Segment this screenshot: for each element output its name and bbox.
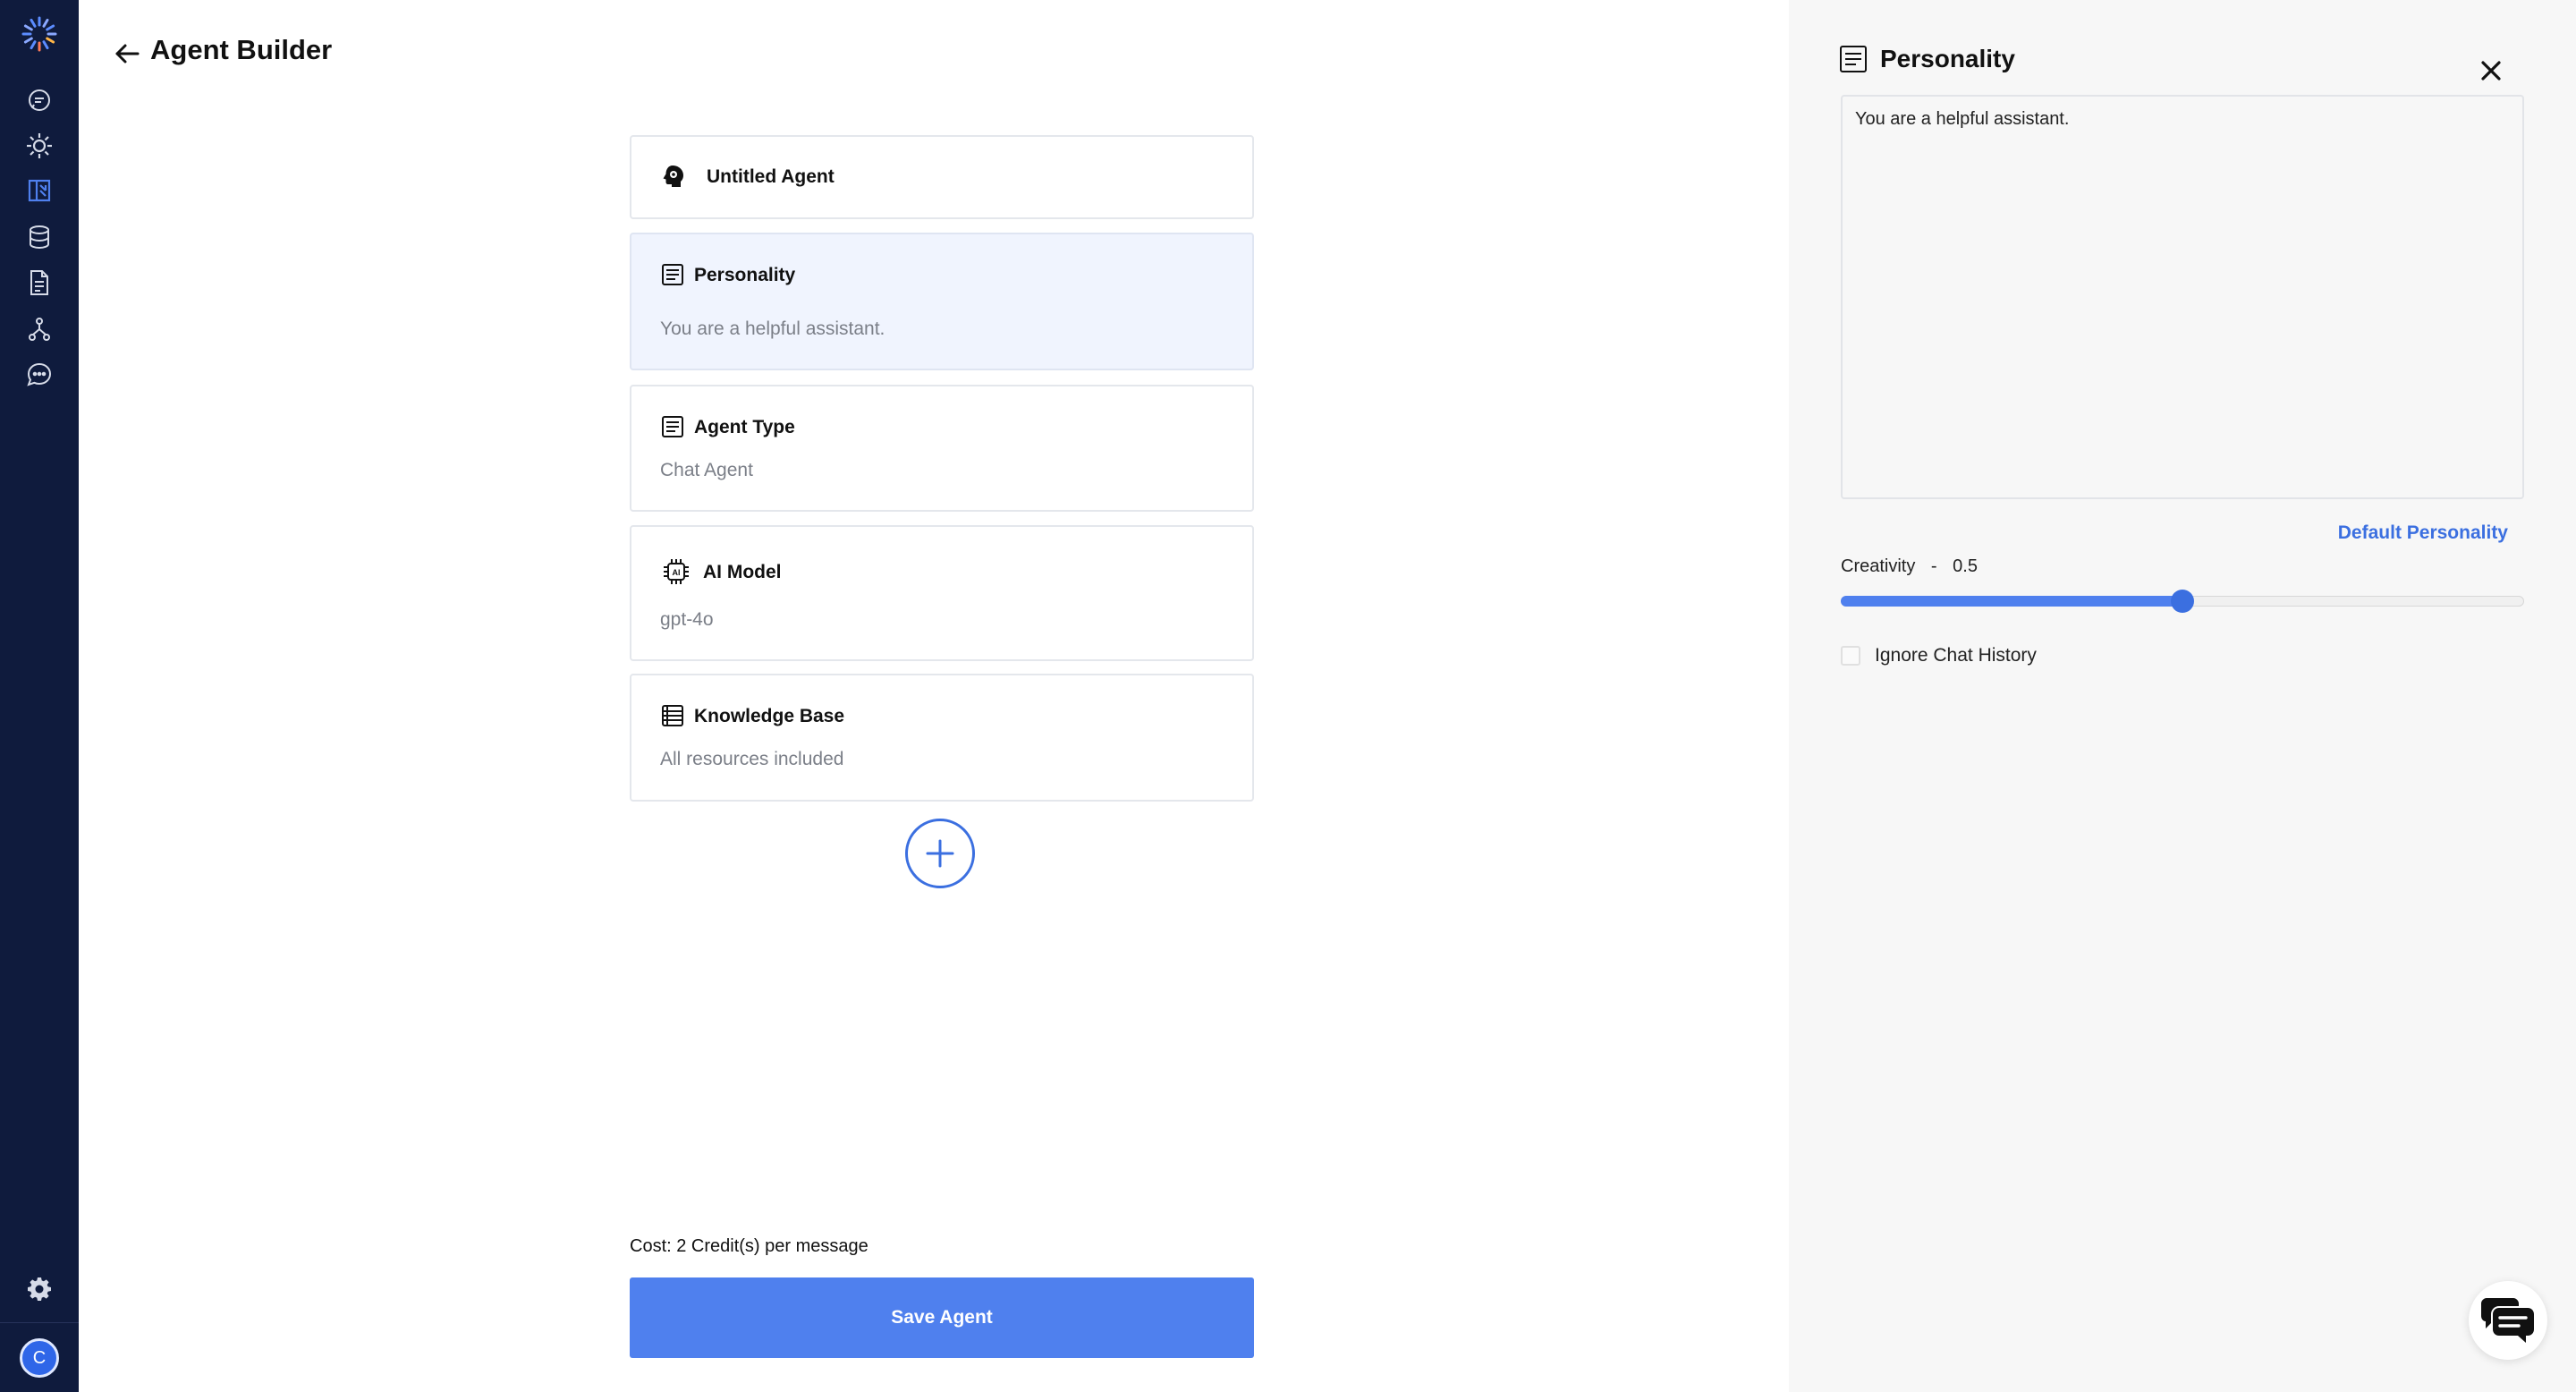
save-agent-button[interactable]: Save Agent	[630, 1277, 1254, 1358]
ai-chip-icon: AI	[662, 557, 691, 586]
nav-rail: C	[0, 0, 79, 1392]
avatar[interactable]: C	[20, 1338, 59, 1378]
ignore-history-row[interactable]: Ignore Chat History	[1841, 645, 2037, 666]
agent-name-card[interactable]: Untitled Agent	[630, 135, 1254, 219]
database-list-icon	[658, 701, 687, 730]
agent-name: Untitled Agent	[707, 166, 835, 187]
creativity-label: Creativity - 0.5	[1841, 556, 1978, 577]
document-icon[interactable]	[21, 265, 57, 301]
agent-head-icon	[658, 163, 687, 191]
slider-fill	[1841, 596, 2182, 607]
personality-value: You are a helpful assistant.	[660, 318, 886, 339]
svg-text:AI: AI	[673, 568, 681, 577]
personality-title: Personality	[694, 265, 796, 285]
creativity-label-text: Creativity	[1841, 556, 1916, 576]
agent-type-card[interactable]: Agent Type Chat Agent	[630, 385, 1254, 512]
default-personality-link[interactable]: Default Personality	[2338, 522, 2508, 544]
list-icon	[658, 412, 687, 441]
database-icon[interactable]	[21, 219, 57, 255]
creativity-separator: -	[1930, 556, 1937, 576]
knowledge-base-value: All resources included	[660, 749, 844, 769]
agent-type-value: Chat Agent	[660, 460, 753, 480]
ai-model-card[interactable]: AI AI Model gpt-4o	[630, 525, 1254, 661]
knowledge-base-title: Knowledge Base	[694, 706, 845, 726]
back-arrow-icon[interactable]	[111, 38, 143, 70]
cost-text: Cost: 2 Credit(s) per message	[630, 1236, 869, 1256]
ignore-history-checkbox[interactable]	[1841, 646, 1860, 666]
list-icon	[658, 260, 687, 289]
add-node-button[interactable]	[905, 819, 975, 888]
workflow-icon[interactable]	[21, 311, 57, 347]
builder-icon[interactable]	[21, 173, 57, 208]
close-icon[interactable]	[2476, 55, 2506, 86]
support-chat-button[interactable]	[2469, 1281, 2547, 1360]
plus-icon	[926, 839, 954, 868]
chat-icon[interactable]	[21, 82, 57, 118]
rail-divider	[0, 1322, 79, 1323]
messages-icon[interactable]	[21, 357, 57, 393]
ignore-history-label: Ignore Chat History	[1875, 645, 2037, 666]
creativity-slider[interactable]	[1841, 590, 2524, 613]
sun-icon[interactable]	[21, 128, 57, 164]
personality-card[interactable]: Personality You are a helpful assistant.	[630, 233, 1254, 370]
list-icon	[1839, 45, 1869, 75]
ai-model-title: AI Model	[703, 562, 782, 582]
slider-thumb[interactable]	[2171, 590, 2194, 613]
personality-panel: Personality You are a helpful assistant.…	[1789, 0, 2576, 1392]
page-title: Agent Builder	[150, 34, 333, 65]
ai-model-value: gpt-4o	[660, 609, 714, 630]
personality-textarea[interactable]: You are a helpful assistant.	[1841, 95, 2524, 499]
chat-bubbles-icon	[2481, 1298, 2534, 1343]
app-logo[interactable]	[20, 14, 59, 54]
gear-icon[interactable]	[21, 1271, 57, 1307]
panel-title: Personality	[1880, 45, 2015, 72]
knowledge-base-card[interactable]: Knowledge Base All resources included	[630, 674, 1254, 802]
agent-type-title: Agent Type	[694, 417, 795, 437]
creativity-value: 0.5	[1953, 556, 1978, 576]
